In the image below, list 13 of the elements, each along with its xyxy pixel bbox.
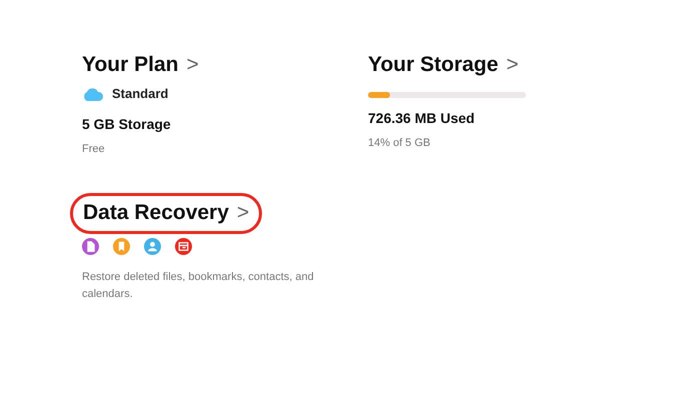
plan-name: Standard xyxy=(112,85,168,104)
chevron: > xyxy=(236,200,250,226)
storage-used: 726.36 MB Used xyxy=(368,109,476,128)
chevron: > xyxy=(506,52,519,78)
section-title[interactable]: Data Recovery xyxy=(83,200,229,226)
storage-amount: 5 GB Storage xyxy=(82,114,172,134)
recovery-description: Restore deleted files, bookmarks, contacts, and calendars. xyxy=(82,270,315,302)
storage-share: 14% of 5 GB xyxy=(368,136,432,152)
section-title[interactable]: Your Plan xyxy=(82,52,178,78)
cloud-icon xyxy=(82,87,104,101)
plan-price: Free xyxy=(82,142,106,157)
chevron: > xyxy=(186,52,199,78)
section-title[interactable]: Your Storage xyxy=(368,52,498,78)
